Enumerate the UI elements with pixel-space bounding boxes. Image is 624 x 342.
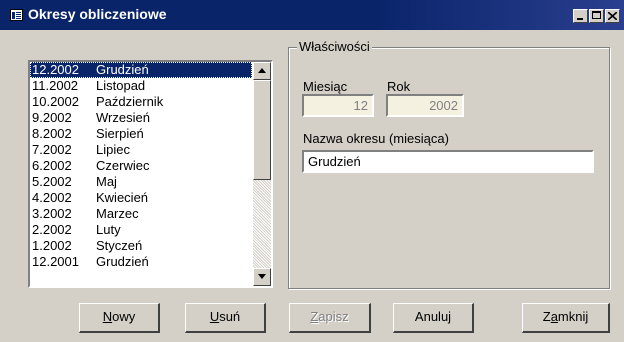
period-month: Kwiecień bbox=[96, 190, 149, 205]
save-button-label: apisz bbox=[318, 309, 349, 324]
list-scrollbar[interactable] bbox=[253, 62, 271, 286]
close-button-label-end: mknij bbox=[557, 309, 589, 324]
month-field[interactable]: 12 bbox=[302, 94, 374, 117]
period-month: Październik bbox=[96, 94, 164, 109]
period-month: Grudzień bbox=[96, 62, 149, 77]
period-number: 1.2002 bbox=[32, 238, 72, 253]
title-bar[interactable]: Okresy obliczeniowe bbox=[0, 0, 624, 30]
close-button-label-start: Z bbox=[542, 309, 551, 324]
maximize-button[interactable] bbox=[589, 9, 604, 23]
scroll-down-button[interactable] bbox=[253, 268, 271, 286]
delete-button-hotkey: U bbox=[209, 309, 220, 324]
period-month: Wrzesień bbox=[96, 110, 150, 125]
save-button[interactable]: Zapisz bbox=[289, 303, 371, 333]
arrow-up-icon bbox=[258, 68, 266, 73]
scroll-up-button[interactable] bbox=[253, 62, 271, 80]
list-item[interactable]: 5.2002 Maj bbox=[30, 174, 252, 190]
period-number: 3.2002 bbox=[32, 206, 72, 221]
period-number: 5.2002 bbox=[32, 174, 72, 189]
list-item[interactable]: 8.2002 Sierpień bbox=[30, 126, 252, 142]
close-button[interactable]: Zamknij bbox=[522, 303, 610, 333]
period-month: Luty bbox=[96, 222, 121, 237]
period-number: 9.2002 bbox=[32, 110, 72, 125]
periods-list: 12.2002 Grudzień 11.2002 Listopad 10.2002 Paź… bbox=[30, 62, 252, 286]
list-item[interactable]: 7.2002 Lipiec bbox=[30, 142, 252, 158]
arrow-down-icon bbox=[258, 274, 266, 279]
window-icon[interactable] bbox=[10, 9, 23, 21]
period-number: 12.2002 bbox=[32, 62, 79, 77]
year-field[interactable]: 2002 bbox=[386, 94, 464, 117]
list-item[interactable]: 12.2001 Grudzień bbox=[30, 254, 252, 270]
cancel-button[interactable]: Anuluj bbox=[393, 303, 474, 333]
list-item[interactable]: 9.2002 Wrzesień bbox=[30, 110, 252, 126]
period-month: Listopad bbox=[96, 78, 146, 93]
period-month: Marzec bbox=[96, 206, 139, 221]
list-item[interactable]: 2.2002 Luty bbox=[30, 222, 252, 238]
period-number: 11.2002 bbox=[32, 78, 79, 93]
delete-button-label: suń bbox=[219, 309, 241, 324]
minimize-button[interactable] bbox=[573, 9, 588, 23]
period-number: 10.2002 bbox=[32, 94, 79, 109]
new-button[interactable]: Nowy bbox=[79, 303, 160, 333]
list-item[interactable]: 6.2002 Czerwiec bbox=[30, 158, 252, 174]
list-item[interactable]: 4.2002 Kwiecień bbox=[30, 190, 252, 206]
period-name-field[interactable]: Grudzień bbox=[302, 150, 594, 173]
period-number: 6.2002 bbox=[32, 158, 72, 173]
new-button-hotkey: N bbox=[102, 309, 113, 324]
list-item[interactable]: 11.2002 Listopad bbox=[30, 78, 252, 94]
close-icon bbox=[608, 12, 617, 20]
list-item[interactable]: 3.2002 Marzec bbox=[30, 206, 252, 222]
period-month: Styczeń bbox=[96, 238, 143, 253]
window-title: Okresy obliczeniowe bbox=[28, 6, 167, 22]
period-number: 4.2002 bbox=[32, 190, 72, 205]
period-month: Grudzień bbox=[96, 254, 149, 269]
list-item[interactable]: 12.2002 Grudzień bbox=[30, 62, 252, 78]
month-label: Miesiąc bbox=[303, 79, 348, 94]
delete-button[interactable]: Usuń bbox=[185, 303, 266, 333]
period-number: 7.2002 bbox=[32, 142, 72, 157]
period-month: Sierpień bbox=[96, 126, 144, 141]
year-label: Rok bbox=[387, 79, 411, 94]
list-item[interactable]: 10.2002 Październik bbox=[30, 94, 252, 110]
period-number: 12.2001 bbox=[32, 254, 79, 269]
scroll-thumb[interactable] bbox=[253, 80, 271, 180]
period-month: Maj bbox=[96, 174, 117, 189]
close-window-button[interactable] bbox=[605, 9, 620, 23]
period-month: Czerwiec bbox=[96, 158, 150, 173]
period-number: 2.2002 bbox=[32, 222, 72, 237]
dialog-window: Okresy obliczeniowe 12.2002 Grudzień 11.20… bbox=[0, 0, 624, 342]
list-item[interactable]: 1.2002 Styczeń bbox=[30, 238, 252, 254]
close-button-hotkey: a bbox=[550, 309, 558, 324]
periods-listbox[interactable]: 12.2002 Grudzień 11.2002 Listopad 10.2002 Paź… bbox=[28, 60, 273, 288]
period-number: 8.2002 bbox=[32, 126, 72, 141]
period-name-label: Nazwa okresu (miesiąca) bbox=[303, 131, 449, 146]
new-button-label: owy bbox=[112, 309, 136, 324]
properties-group-title: Właściwości bbox=[297, 39, 372, 54]
period-month: Lipiec bbox=[96, 142, 130, 157]
